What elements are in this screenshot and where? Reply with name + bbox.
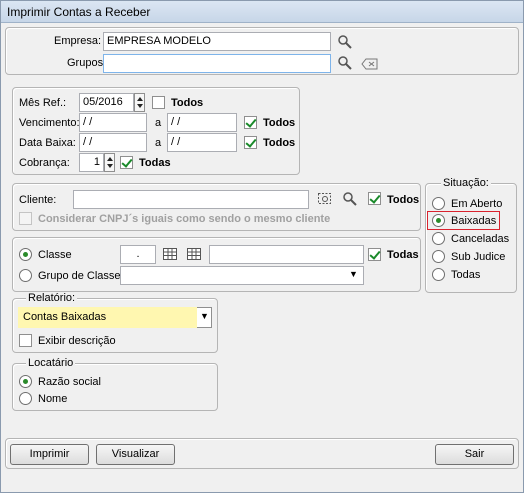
grupos-field[interactable] (103, 54, 331, 73)
cnpj-label: Considerar CNPJ´s iguais como sendo o me… (38, 213, 331, 225)
situacao-legend: Situação: (441, 177, 491, 189)
classe-desc-field[interactable] (209, 245, 364, 264)
print-dialog-window: Imprimir Contas a Receber Empresa: EMPRE… (0, 0, 524, 493)
data-baixa-from-field[interactable]: / / (79, 133, 147, 152)
chevron-down-icon[interactable]: ▼ (349, 269, 358, 279)
situacao-canceladas-radio[interactable] (432, 232, 445, 245)
exibir-descricao-checkbox[interactable] (19, 334, 32, 347)
vencimento-from-field[interactable]: / / (79, 113, 147, 132)
cliente-todos-label: Todos (387, 194, 420, 206)
mes-ref-label: Mês Ref.: (19, 97, 67, 109)
classe-code-field[interactable]: . (120, 245, 156, 264)
cobranca-todas-checkbox[interactable] (120, 156, 133, 169)
data-baixa-to-field[interactable]: / / (167, 133, 237, 152)
relatorio-legend: Relatório: (26, 292, 78, 304)
vencimento-label: Vencimento: (19, 117, 80, 129)
relatorio-selected-value: Contas Baixadas (18, 307, 197, 328)
grupo-classe-radio[interactable] (19, 269, 32, 282)
mes-ref-todos-label: Todos (171, 97, 204, 109)
empresa-field[interactable]: EMPRESA MODELO (103, 32, 331, 51)
classe-radio[interactable] (19, 248, 32, 261)
nome-radio[interactable] (19, 392, 32, 405)
mes-ref-todos-checkbox[interactable] (152, 96, 165, 109)
vencimento-sep: a (155, 117, 162, 129)
grid-icon[interactable] (162, 246, 178, 262)
search-icon[interactable] (337, 55, 353, 71)
classe-todas-checkbox[interactable] (368, 248, 381, 261)
grid-icon[interactable] (186, 246, 202, 262)
data-baixa-todos-label: Todos (263, 137, 296, 149)
situacao-todas-radio[interactable] (432, 268, 445, 281)
mes-ref-field[interactable]: 05/2016 (79, 93, 134, 112)
select-area-icon[interactable] (317, 191, 333, 207)
data-baixa-todos-checkbox[interactable] (244, 136, 257, 149)
search-icon[interactable] (342, 191, 358, 207)
grupos-label: Grupos: (67, 57, 107, 69)
chevron-down-icon[interactable]: ▼ (200, 311, 209, 321)
cliente-label: Cliente: (19, 194, 57, 206)
window-title: Imprimir Contas a Receber (1, 1, 523, 23)
visualizar-button[interactable]: Visualizar (96, 444, 175, 465)
razao-social-radio[interactable] (19, 375, 32, 388)
search-icon[interactable] (337, 34, 353, 50)
situacao-todas-label: Todas (451, 269, 481, 281)
cobranca-todas-label: Todas (139, 157, 171, 169)
situacao-sub-judice-radio[interactable] (432, 250, 445, 263)
cliente-field[interactable] (73, 190, 309, 209)
situacao-sub-judice-label: Sub Judice (451, 251, 506, 263)
grupo-classe-select[interactable] (120, 266, 364, 285)
data-baixa-label: Data Baixa: (19, 137, 76, 149)
classe-label: Classe (38, 249, 72, 261)
empresa-label: Empresa: (54, 35, 102, 47)
nome-label: Nome (38, 393, 68, 405)
imprimir-button[interactable]: Imprimir (10, 444, 89, 465)
cnpj-checkbox[interactable] (19, 212, 32, 225)
cobranca-spinner[interactable] (104, 153, 115, 172)
razao-social-label: Razão social (38, 376, 101, 388)
cobranca-field[interactable]: 1 (79, 153, 104, 172)
situacao-baixadas-label: Baixadas (451, 215, 497, 227)
clear-icon[interactable] (361, 56, 379, 72)
locatario-legend: Locatário (26, 357, 76, 369)
vencimento-todos-label: Todos (263, 117, 296, 129)
cliente-todos-checkbox[interactable] (368, 192, 381, 205)
situacao-em-aberto-label: Em Aberto (451, 198, 503, 210)
situacao-baixadas-radio[interactable] (432, 214, 445, 227)
cobranca-label: Cobrança: (19, 157, 70, 169)
classe-todas-label: Todas (387, 249, 419, 261)
exibir-descricao-label: Exibir descrição (38, 335, 116, 347)
situacao-em-aberto-radio[interactable] (432, 197, 445, 210)
data-baixa-sep: a (155, 137, 162, 149)
situacao-canceladas-label: Canceladas (451, 233, 510, 245)
mes-ref-spinner[interactable] (134, 93, 145, 112)
sair-button[interactable]: Sair (435, 444, 514, 465)
vencimento-todos-checkbox[interactable] (244, 116, 257, 129)
grupo-classe-label: Grupo de Classe: (38, 270, 124, 282)
vencimento-to-field[interactable]: / / (167, 113, 237, 132)
